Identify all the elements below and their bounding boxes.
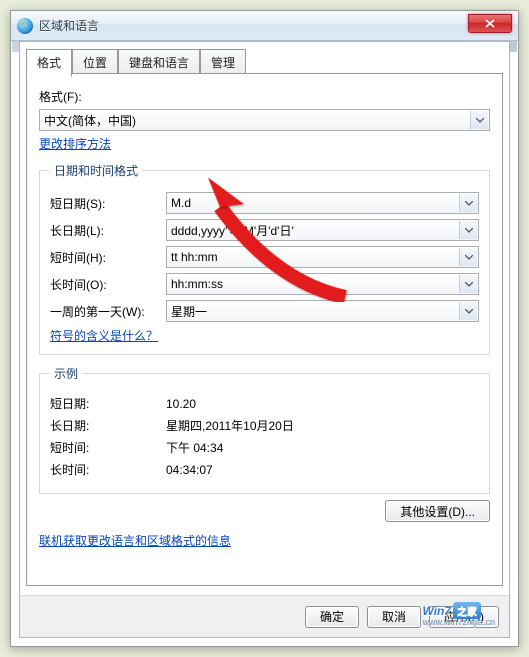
titlebar: 区域和语言 [11,11,518,41]
chevron-down-icon [470,111,488,129]
window-title: 区域和语言 [39,17,99,34]
watermark-url: www.win7zhijia.cn [422,617,495,627]
change-sort-link[interactable]: 更改排序方法 [39,137,111,151]
long-time-label: 长时间(O): [50,276,166,293]
watermark-brand: Win7 [422,604,451,618]
dialog-footer: 确定 取消 应用(A) Win7之家 www.win7zhijia.cn [20,595,509,637]
globe-icon [17,18,33,34]
cancel-button[interactable]: 取消 [367,606,421,628]
tab-format[interactable]: 格式 [26,49,72,77]
first-day-label: 一周的第一天(W): [50,303,166,320]
close-button[interactable] [468,14,512,33]
symbol-meaning-link[interactable]: 符号的含义是什么？ [50,329,158,343]
watermark: Win7之家 www.win7zhijia.cn [422,602,495,627]
short-time-combo[interactable]: tt hh:mm [166,246,479,268]
chevron-down-icon [459,302,477,320]
chevron-down-icon [459,248,477,266]
tabstrip: 格式位置键盘和语言管理 [26,48,503,73]
long-date-combo[interactable]: dddd,yyyy''年'M'月'd'日' [166,219,479,241]
format-combo[interactable]: 中文(简体，中国) [39,109,490,131]
short-time-label: 短时间(H): [50,249,166,266]
short-date-combo[interactable]: M.d [166,192,479,214]
long-time-combo[interactable]: hh:mm:ss [166,273,479,295]
dialog-body: 格式位置键盘和语言管理 格式(F): 中文(简体，中国) 更改排序方法 日期和时… [19,41,510,638]
datetime-format-group: 日期和时间格式 短日期(S): M.d 长日期(L): dddd,yyyy''年… [39,162,490,355]
ex-short-date-value: 10.20 [166,397,479,411]
example-legend: 示例 [50,365,82,382]
example-group: 示例 短日期:10.20 长日期:星期四,2011年10月20日 短时间:下午 … [39,365,490,494]
first-day-value: 星期一 [171,303,207,320]
short-date-label: 短日期(S): [50,195,166,212]
chevron-down-icon [459,275,477,293]
short-time-value: tt hh:mm [171,250,218,264]
ex-short-time-value: 下午 04:34 [166,439,479,456]
chevron-down-icon [459,194,477,212]
close-icon [485,19,495,28]
ex-short-time-label: 短时间: [50,439,166,456]
ex-long-time-label: 长时间: [50,461,166,478]
ok-button[interactable]: 确定 [305,606,359,628]
chevron-down-icon [459,221,477,239]
other-settings-button[interactable]: 其他设置(D)... [385,500,490,522]
format-label: 格式(F): [39,88,490,105]
long-date-value: dddd,yyyy''年'M'月'd'日' [171,222,294,239]
first-day-combo[interactable]: 星期一 [166,300,479,322]
ex-short-date-label: 短日期: [50,395,166,412]
ex-long-date-label: 长日期: [50,417,166,434]
format-combo-value: 中文(简体，中国) [44,112,136,129]
online-info-link[interactable]: 联机获取更改语言和区域格式的信息 [39,534,231,548]
ex-long-time-value: 04:34:07 [166,463,479,477]
tab-panel-format: 格式(F): 中文(简体，中国) 更改排序方法 日期和时间格式 短日期(S): … [26,73,503,586]
short-date-value: M.d [171,196,191,210]
long-date-label: 长日期(L): [50,222,166,239]
long-time-value: hh:mm:ss [171,277,223,291]
dialog-window: 区域和语言 格式位置键盘和语言管理 格式(F): 中文(简体，中国) 更改排序方… [10,10,519,647]
ex-long-date-value: 星期四,2011年10月20日 [166,417,479,434]
datetime-format-legend: 日期和时间格式 [50,162,142,179]
